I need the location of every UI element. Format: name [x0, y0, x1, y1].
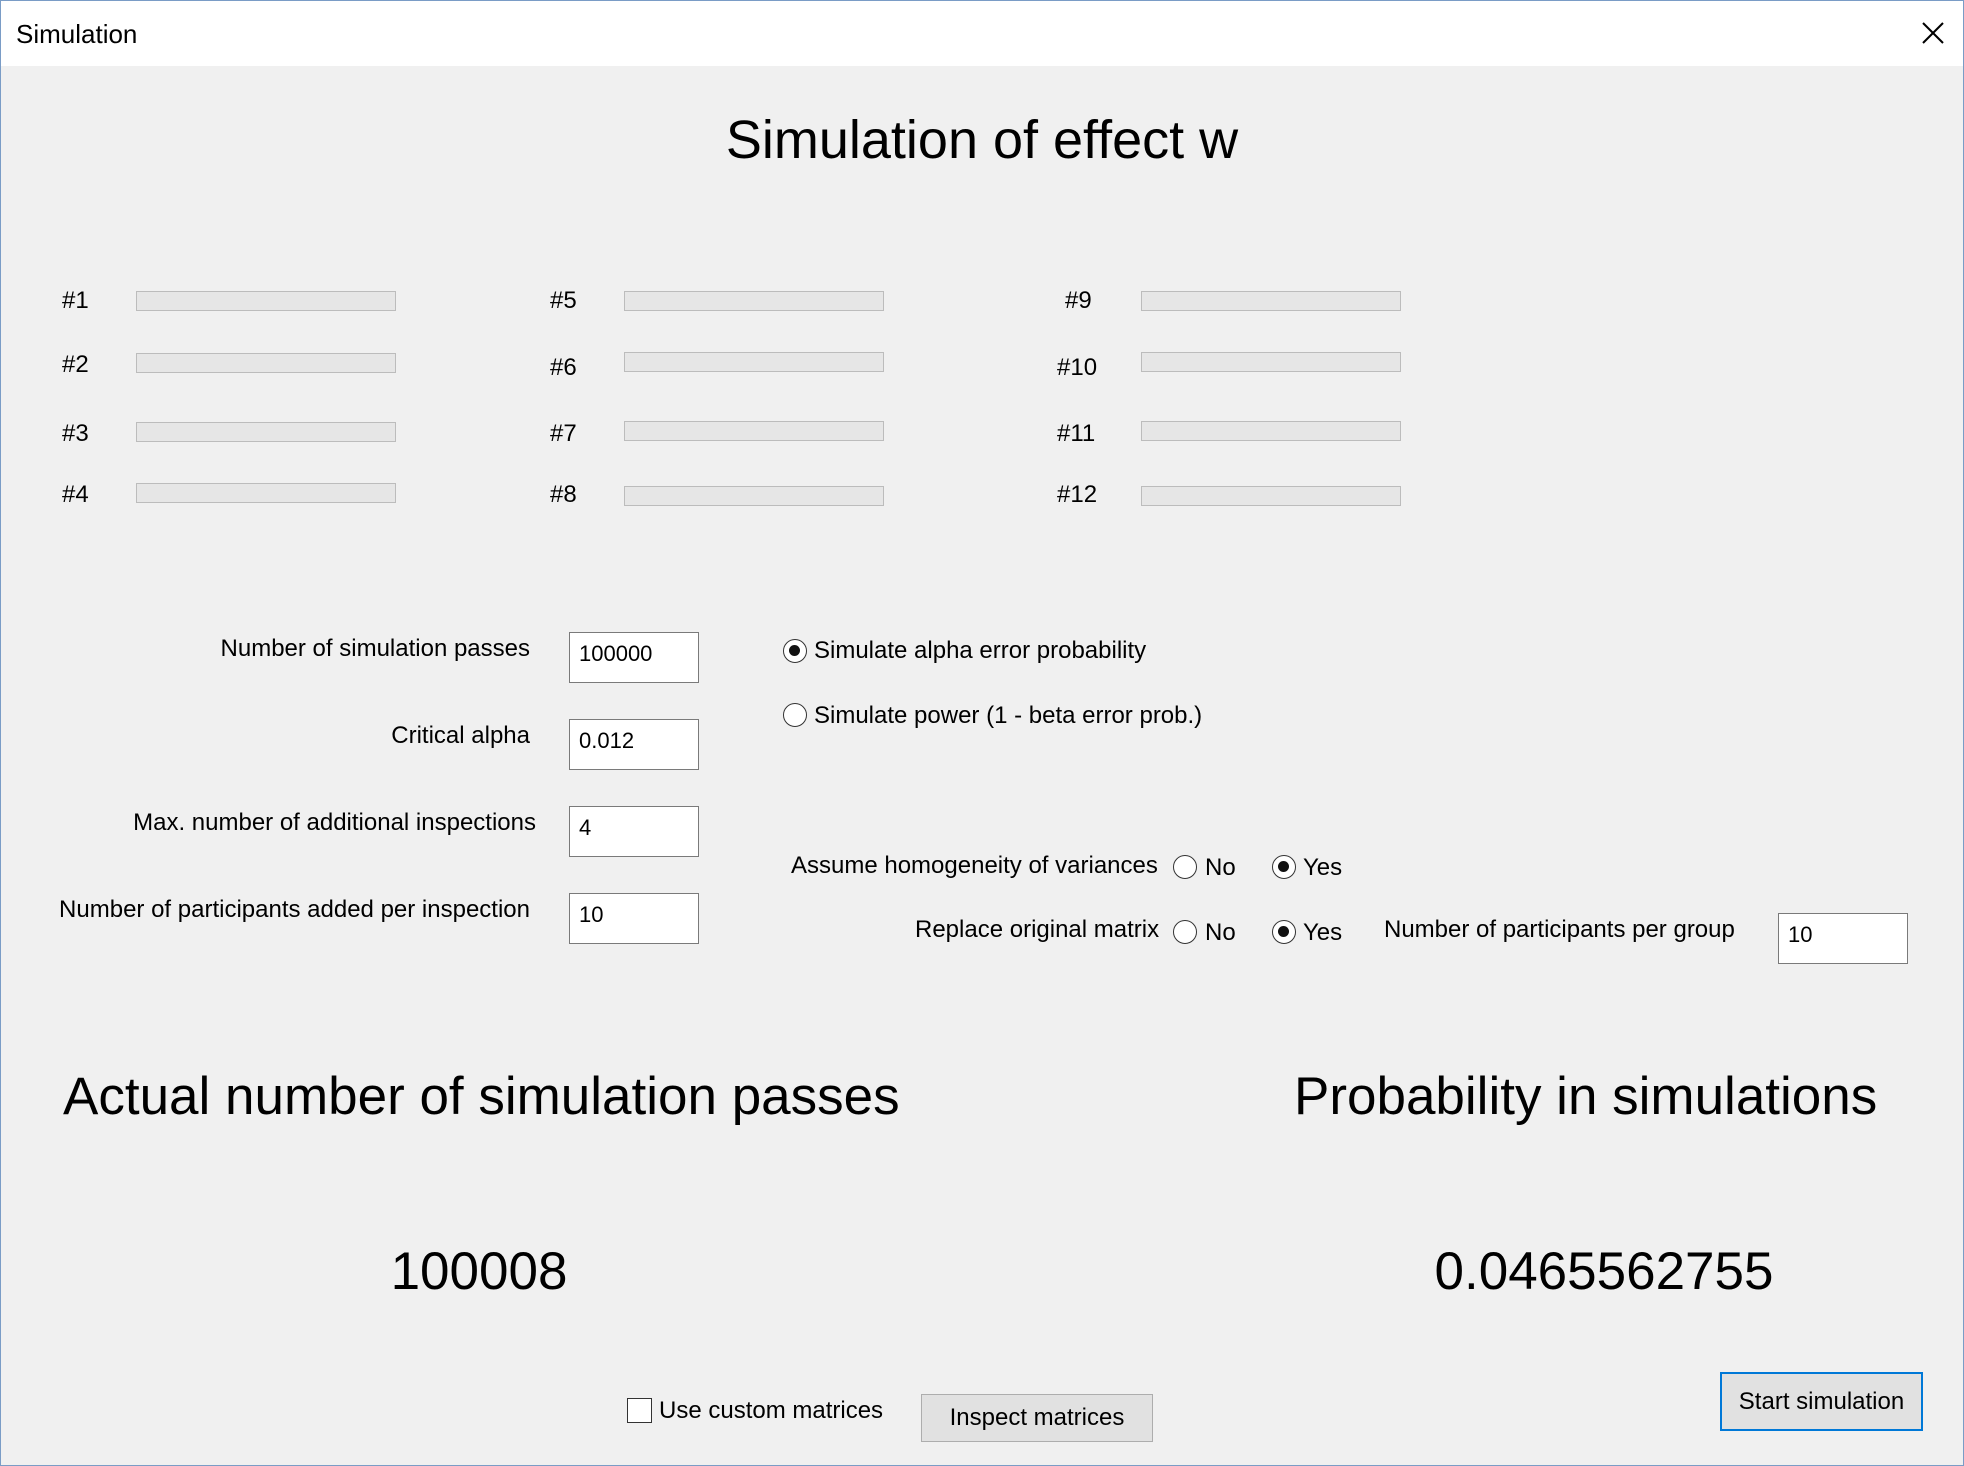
simulate-alpha-label: Simulate alpha error probability [814, 637, 1147, 664]
actual-passes-value: 100008 [390, 1242, 568, 1301]
progress-bar-12 [1141, 486, 1401, 506]
progress-bar-3 [136, 422, 396, 442]
participants-added-label: Number of participants added per inspect… [59, 896, 530, 923]
progress-label-8: #8 [550, 481, 577, 508]
progress-label-9: #9 [1065, 287, 1092, 314]
progress-bar-2 [136, 353, 396, 373]
use-custom-matrices-label: Use custom matrices [659, 1397, 884, 1424]
participants-per-group-input[interactable]: 10 [1778, 913, 1908, 964]
progress-label-5: #5 [550, 287, 577, 314]
replace-no-label: No [1205, 919, 1236, 946]
progress-label-4: #4 [62, 481, 89, 508]
window-title: Simulation [16, 19, 138, 49]
progress-bar-10 [1141, 352, 1401, 372]
homogeneity-no-label: No [1205, 854, 1236, 881]
passes-input[interactable]: 100000 [569, 632, 699, 683]
homogeneity-yes-radio[interactable] [1272, 855, 1296, 879]
simulate-power-label: Simulate power (1 - beta error prob.) [814, 702, 1203, 729]
participants-per-group-label: Number of participants per group [1384, 916, 1735, 943]
inspect-matrices-button[interactable]: Inspect matrices [921, 1394, 1153, 1442]
use-custom-matrices-checkbox[interactable] [627, 1398, 652, 1423]
progress-label-6: #6 [550, 354, 577, 381]
probability-value: 0.0465562755 [1434, 1242, 1774, 1301]
page-title: Simulation of effect w [725, 110, 1239, 170]
progress-bar-6 [624, 352, 884, 372]
alpha-label: Critical alpha [391, 722, 530, 749]
progress-label-2: #2 [62, 351, 89, 378]
progress-label-12: #12 [1057, 481, 1098, 508]
passes-label: Number of simulation passes [220, 635, 530, 662]
title-bar: Simulation [1, 1, 1963, 66]
replace-matrix-label: Replace original matrix [915, 916, 1160, 943]
progress-label-3: #3 [62, 420, 89, 447]
inspections-label: Max. number of additional inspections [133, 809, 536, 836]
progress-label-11: #11 [1057, 420, 1096, 447]
actual-passes-heading: Actual number of simulation passes [63, 1067, 900, 1126]
homogeneity-yes-label: Yes [1303, 854, 1343, 881]
replace-yes-label: Yes [1303, 919, 1343, 946]
simulation-window: Simulation Simulation of effect w #1 #2 … [0, 0, 1964, 1466]
progress-bar-11 [1141, 421, 1401, 441]
replace-yes-radio[interactable] [1272, 920, 1296, 944]
progress-bar-9 [1141, 291, 1401, 311]
close-icon [1922, 22, 1944, 44]
progress-bar-5 [624, 291, 884, 311]
start-simulation-button[interactable]: Start simulation [1720, 1372, 1923, 1431]
homogeneity-no-radio[interactable] [1173, 855, 1197, 879]
progress-label-7: #7 [550, 420, 577, 447]
progress-bar-4 [136, 483, 396, 503]
progress-label-1: #1 [62, 287, 89, 314]
homogeneity-label: Assume homogeneity of variances [791, 852, 1158, 879]
alpha-input[interactable]: 0.012 [569, 719, 699, 770]
replace-no-radio[interactable] [1173, 920, 1197, 944]
simulate-power-radio[interactable] [783, 703, 807, 727]
progress-label-10: #10 [1057, 354, 1098, 381]
probability-heading: Probability in simulations [1294, 1067, 1878, 1126]
progress-bar-8 [624, 486, 884, 506]
simulate-alpha-radio[interactable] [783, 639, 807, 663]
participants-added-input[interactable]: 10 [569, 893, 699, 944]
progress-bar-1 [136, 291, 396, 311]
close-button[interactable] [1903, 1, 1963, 66]
progress-bar-7 [624, 421, 884, 441]
inspections-input[interactable]: 4 [569, 806, 699, 857]
